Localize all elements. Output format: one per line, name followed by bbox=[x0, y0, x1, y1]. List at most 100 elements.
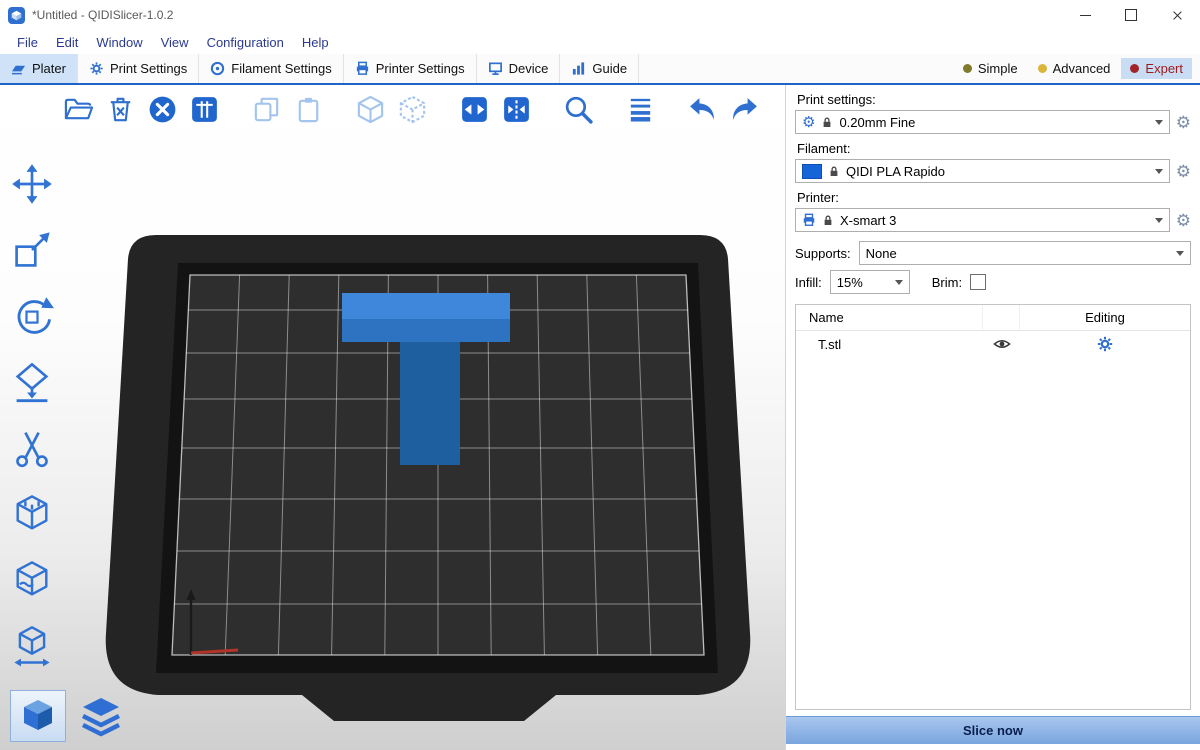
settings-sidebar: Print settings: ⚙ 0.20mm Fine ⚙ Filament… bbox=[785, 85, 1200, 750]
redo-button[interactable] bbox=[728, 93, 761, 126]
printer-combo[interactable]: X-smart 3 bbox=[795, 208, 1170, 232]
filament-label: Filament: bbox=[797, 141, 1191, 156]
measure-tool-button[interactable] bbox=[8, 623, 56, 669]
visibility-toggle[interactable] bbox=[984, 337, 1020, 351]
lock-icon bbox=[821, 116, 833, 129]
brim-label: Brim: bbox=[932, 275, 962, 290]
mode-advanced[interactable]: Advanced bbox=[1029, 58, 1120, 79]
menu-view[interactable]: View bbox=[152, 35, 198, 50]
filament-color-swatch bbox=[802, 164, 822, 179]
object-row-t-stl[interactable]: T.stl bbox=[796, 331, 1190, 357]
close-button[interactable] bbox=[1154, 0, 1200, 30]
open-button[interactable] bbox=[62, 93, 95, 126]
top-toolbar bbox=[62, 93, 761, 126]
chevron-down-icon bbox=[1176, 251, 1184, 256]
menu-window[interactable]: Window bbox=[87, 35, 151, 50]
search-button[interactable] bbox=[562, 93, 595, 126]
menu-bar: File Edit Window View Configuration Help bbox=[0, 30, 1200, 54]
menu-help[interactable]: Help bbox=[293, 35, 338, 50]
maximize-button[interactable] bbox=[1108, 0, 1154, 30]
variable-layer-height-button[interactable] bbox=[624, 93, 657, 126]
menu-edit[interactable]: Edit bbox=[47, 35, 87, 50]
tab-label: Plater bbox=[32, 61, 66, 76]
guide-icon bbox=[571, 61, 586, 76]
tab-print-settings[interactable]: Print Settings bbox=[78, 54, 199, 83]
window-title: *Untitled - QIDISlicer-1.0.2 bbox=[32, 8, 173, 22]
cut-tool-button[interactable] bbox=[8, 425, 56, 471]
tab-guide[interactable]: Guide bbox=[560, 54, 639, 83]
move-tool-button[interactable] bbox=[8, 161, 56, 207]
supports-label: Supports: bbox=[795, 246, 851, 261]
filament-combo[interactable]: QIDI PLA Rapido bbox=[795, 159, 1170, 183]
delete-button[interactable] bbox=[104, 93, 137, 126]
mode-label: Simple bbox=[978, 61, 1018, 76]
3d-viewport[interactable] bbox=[0, 85, 785, 750]
object-list: Name Editing T.stl bbox=[795, 304, 1191, 710]
menu-file[interactable]: File bbox=[8, 35, 47, 50]
remove-instance-button[interactable] bbox=[396, 93, 429, 126]
layers-view-button[interactable] bbox=[76, 692, 126, 742]
filament-gear-button[interactable]: ⚙ bbox=[1176, 163, 1191, 180]
place-on-face-tool-button[interactable] bbox=[8, 359, 56, 405]
printer-value: X-smart 3 bbox=[840, 213, 896, 228]
printer-settings-icon bbox=[355, 61, 370, 76]
eye-icon bbox=[993, 337, 1011, 351]
tab-filament-settings[interactable]: Filament Settings bbox=[199, 54, 343, 83]
print-settings-icon bbox=[89, 61, 104, 76]
tab-plater[interactable]: Plater bbox=[0, 54, 78, 83]
object-name: T.stl bbox=[796, 337, 984, 352]
chevron-down-icon bbox=[895, 280, 903, 285]
split-to-objects-button[interactable] bbox=[458, 93, 491, 126]
supports-combo[interactable]: None bbox=[859, 241, 1191, 265]
view-cube-icon bbox=[18, 696, 58, 736]
arrange-button[interactable] bbox=[188, 93, 221, 126]
lock-icon bbox=[822, 214, 834, 227]
paint-support-tool-button[interactable] bbox=[8, 491, 56, 537]
rotate-tool-button[interactable] bbox=[8, 293, 56, 339]
advanced-mode-dot-icon bbox=[1038, 64, 1047, 73]
plater-icon bbox=[11, 61, 26, 76]
printer-icon bbox=[802, 213, 816, 227]
app-logo-icon bbox=[8, 7, 25, 24]
lock-icon bbox=[828, 165, 840, 178]
scale-tool-button[interactable] bbox=[8, 227, 56, 273]
filament-settings-icon bbox=[210, 61, 225, 76]
preset-gear-icon: ⚙ bbox=[802, 115, 815, 130]
print-settings-combo[interactable]: ⚙ 0.20mm Fine bbox=[795, 110, 1170, 134]
app-window: *Untitled - QIDISlicer-1.0.2 File Edit W… bbox=[0, 0, 1200, 750]
copy-button[interactable] bbox=[250, 93, 283, 126]
supports-value: None bbox=[866, 246, 897, 261]
filament-value: QIDI PLA Rapido bbox=[846, 164, 945, 179]
delete-all-button[interactable] bbox=[146, 93, 179, 126]
chevron-down-icon bbox=[1155, 169, 1163, 174]
print-settings-label: Print settings: bbox=[797, 92, 1191, 107]
undo-button[interactable] bbox=[686, 93, 719, 126]
visibility-column-header bbox=[982, 305, 1019, 330]
tab-label: Print Settings bbox=[110, 61, 187, 76]
seam-tool-button[interactable] bbox=[8, 557, 56, 603]
title-bar: *Untitled - QIDISlicer-1.0.2 bbox=[0, 0, 1200, 30]
mode-switcher: Simple Advanced Expert bbox=[954, 54, 1200, 83]
minimize-icon bbox=[1080, 15, 1091, 16]
tab-device[interactable]: Device bbox=[477, 54, 561, 83]
edit-object-button[interactable] bbox=[1020, 336, 1190, 352]
print-bed-scene bbox=[0, 85, 785, 750]
mode-simple[interactable]: Simple bbox=[954, 58, 1027, 79]
isometric-view-button[interactable] bbox=[10, 690, 66, 742]
add-instance-button[interactable] bbox=[354, 93, 387, 126]
mode-expert[interactable]: Expert bbox=[1121, 58, 1192, 79]
print-settings-gear-button[interactable]: ⚙ bbox=[1176, 114, 1191, 131]
menu-configuration[interactable]: Configuration bbox=[198, 35, 293, 50]
tab-printer-settings[interactable]: Printer Settings bbox=[344, 54, 477, 83]
paste-button[interactable] bbox=[292, 93, 325, 126]
slice-now-button[interactable]: Slice now bbox=[786, 716, 1200, 744]
expert-mode-dot-icon bbox=[1130, 64, 1139, 73]
chevron-down-icon bbox=[1155, 218, 1163, 223]
editing-icon bbox=[1097, 336, 1113, 352]
split-to-parts-button[interactable] bbox=[500, 93, 533, 126]
printer-gear-button[interactable]: ⚙ bbox=[1176, 212, 1191, 229]
minimize-button[interactable] bbox=[1062, 0, 1108, 30]
infill-combo[interactable]: 15% bbox=[830, 270, 910, 294]
print-settings-value: 0.20mm Fine bbox=[839, 115, 915, 130]
brim-checkbox[interactable] bbox=[970, 274, 986, 290]
